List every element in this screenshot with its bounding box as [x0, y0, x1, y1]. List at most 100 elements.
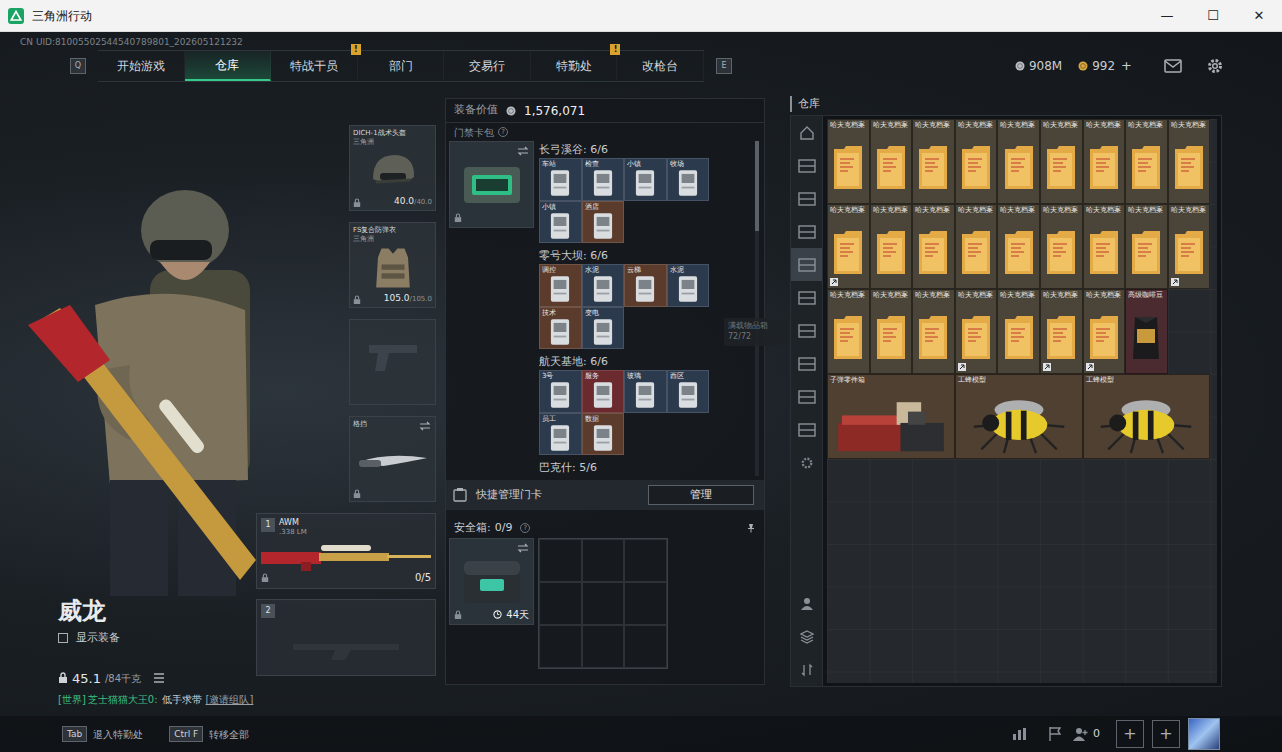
warehouse-item[interactable]: 哈夫克档案: [955, 204, 998, 289]
swap-icon[interactable]: [517, 146, 529, 156]
invite-slot-button[interactable]: +: [1152, 720, 1180, 748]
nav-tab[interactable]: 部门: [358, 51, 445, 81]
sidebar-tool[interactable]: [791, 653, 822, 686]
warehouse-item[interactable]: 哈夫克档案: [1168, 119, 1211, 204]
weapon-slot[interactable]: 1AWM.338 LM0/5: [256, 513, 436, 589]
chat-line[interactable]: [世界]芝士猫猫大王0:低手求带[邀请组队]: [0, 692, 442, 708]
warehouse-item[interactable]: 哈夫克档案: [870, 204, 913, 289]
keycard[interactable]: 车站: [539, 158, 582, 201]
keycard[interactable]: 变电: [582, 307, 625, 350]
safe-box-cell[interactable]: [624, 582, 667, 625]
equipment-slot[interactable]: [349, 319, 436, 405]
warehouse-tab[interactable]: [791, 281, 822, 314]
key-hint[interactable]: Tab退入特勤处: [62, 726, 143, 742]
equipment-slot[interactable]: DICH-1战术头盔三角洲40.0/40.0: [349, 125, 436, 211]
keycard[interactable]: 技术: [539, 307, 582, 350]
warehouse-item[interactable]: 哈夫克档案: [1040, 119, 1083, 204]
nav-tab[interactable]: 仓库: [185, 51, 272, 81]
nav-tab[interactable]: 交易行: [444, 51, 531, 81]
sidebar-settings[interactable]: [791, 446, 822, 479]
keycard[interactable]: 小镇: [539, 201, 582, 244]
safe-box-slot[interactable]: 44天: [449, 538, 534, 625]
warehouse-item[interactable]: 哈夫克档案: [827, 289, 870, 374]
warehouse-tab[interactable]: [791, 347, 822, 380]
keycard[interactable]: 小镇: [624, 158, 667, 201]
warehouse-tab[interactable]: [791, 215, 822, 248]
keycard[interactable]: 云梯: [624, 264, 667, 307]
invite-link[interactable]: [邀请组队]: [206, 694, 254, 705]
mail-icon[interactable]: [1164, 59, 1182, 73]
warehouse-item[interactable]: 子弹零件箱: [827, 374, 955, 459]
close-button[interactable]: ✕: [1236, 0, 1282, 32]
sidebar-home[interactable]: [791, 116, 822, 149]
keycard[interactable]: 水泥: [582, 264, 625, 307]
help-button[interactable]: ?: [520, 523, 530, 533]
safe-box-cell[interactable]: [539, 582, 582, 625]
details-list-icon[interactable]: [153, 673, 165, 683]
friends[interactable]: 0: [1073, 726, 1100, 743]
equipment-slot[interactable]: 格挡: [349, 416, 436, 502]
settings-gear-icon[interactable]: [1206, 57, 1224, 75]
next-tab-key[interactable]: E: [716, 58, 732, 74]
warehouse-item[interactable]: 高级咖啡豆: [1125, 289, 1168, 374]
warehouse-item[interactable]: 工蜂模型: [1083, 374, 1211, 459]
warehouse-item[interactable]: 哈夫克档案: [1083, 204, 1126, 289]
nav-tab[interactable]: 特战干员!: [271, 51, 358, 81]
warehouse-item[interactable]: 哈夫克档案: [870, 289, 913, 374]
nav-tab[interactable]: 改枪台: [617, 51, 704, 81]
warehouse-item[interactable]: 哈夫克档案: [1125, 119, 1168, 204]
warehouse-item[interactable]: 哈夫克档案: [912, 204, 955, 289]
keycard[interactable]: 服务: [582, 370, 625, 413]
manage-button[interactable]: 管理: [648, 485, 754, 505]
safe-box-cell[interactable]: [624, 625, 667, 668]
keycard[interactable]: 3号: [539, 370, 582, 413]
sidebar-tool[interactable]: [791, 587, 822, 620]
warehouse-item[interactable]: 哈夫克档案: [1168, 204, 1211, 289]
invite-slot-button[interactable]: +: [1116, 720, 1144, 748]
scroll-thumb[interactable]: [755, 141, 759, 231]
nav-tab[interactable]: 开始游戏: [98, 51, 185, 81]
weapon-slot[interactable]: 2: [256, 599, 436, 676]
safe-box-cell[interactable]: [582, 625, 625, 668]
warehouse-tab[interactable]: [791, 248, 822, 281]
warehouse-item[interactable]: 哈夫克档案: [912, 289, 955, 374]
keycard[interactable]: 西区: [667, 370, 710, 413]
equipment-slot[interactable]: FS复合防弹衣三角洲105.0/105.0: [349, 222, 436, 308]
keycard[interactable]: 员工: [539, 413, 582, 456]
warehouse-tab[interactable]: [791, 149, 822, 182]
warehouse-item[interactable]: 哈夫克档案: [827, 119, 870, 204]
warehouse-item[interactable]: 哈夫克档案: [1040, 204, 1083, 289]
warehouse-item[interactable]: 哈夫克档案: [997, 204, 1040, 289]
warehouse-item[interactable]: 哈夫克档案: [870, 119, 913, 204]
sidebar-tool[interactable]: [791, 620, 822, 653]
safe-box-cell[interactable]: [582, 582, 625, 625]
keycard[interactable]: 水泥: [667, 264, 710, 307]
warehouse-item[interactable]: 工蜂模型: [955, 374, 1083, 459]
pin-icon[interactable]: [746, 523, 756, 533]
warehouse-tab[interactable]: [791, 314, 822, 347]
warehouse-item[interactable]: 哈夫克档案: [955, 119, 998, 204]
player-avatar[interactable]: [1188, 718, 1220, 750]
stats-chart-icon[interactable]: [1001, 716, 1037, 752]
show-equipment-toggle[interactable]: 显示装备: [58, 630, 256, 647]
flag-icon[interactable]: [1037, 716, 1073, 752]
minimize-button[interactable]: —: [1144, 0, 1190, 32]
keycard[interactable]: 酒店: [582, 201, 625, 244]
safe-box-cell[interactable]: [539, 539, 582, 582]
safe-box-cell[interactable]: [624, 539, 667, 582]
warehouse-item[interactable]: 哈夫克档案: [1083, 119, 1126, 204]
nav-tab[interactable]: 特勤处!: [531, 51, 618, 81]
swap-icon[interactable]: [517, 543, 529, 553]
maximize-button[interactable]: ☐: [1190, 0, 1236, 32]
warehouse-item[interactable]: 哈夫克档案: [955, 289, 998, 374]
keycard[interactable]: 玻璃: [624, 370, 667, 413]
key-hint[interactable]: Ctrl F转移全部: [169, 726, 249, 742]
prev-tab-key[interactable]: Q: [70, 58, 86, 74]
warehouse-item[interactable]: 哈夫克档案: [1125, 204, 1168, 289]
add-currency-button[interactable]: +: [1121, 56, 1132, 76]
keycard[interactable]: 牧场: [667, 158, 710, 201]
card-pack-slot[interactable]: [449, 141, 534, 228]
keycard[interactable]: 数据: [582, 413, 625, 456]
swap-icon[interactable]: [419, 421, 431, 431]
keycard[interactable]: 调控: [539, 264, 582, 307]
